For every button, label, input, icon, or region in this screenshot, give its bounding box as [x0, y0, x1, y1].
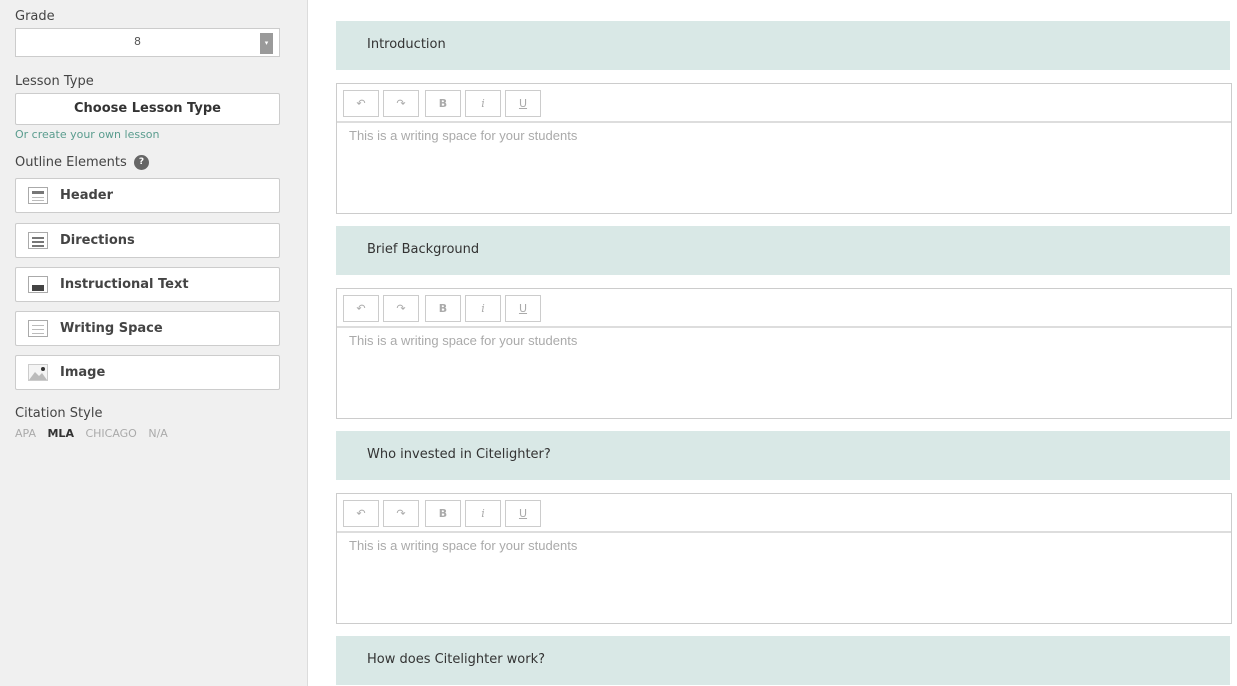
chevron-down-icon[interactable]: ▾ [260, 33, 273, 54]
create-own-lesson-link[interactable]: Or create your own lesson [15, 128, 160, 141]
redo-icon[interactable]: ↷ [383, 500, 419, 527]
section-header[interactable]: Brief Background [336, 226, 1230, 275]
lesson-type-label: Lesson Type [15, 74, 94, 89]
undo-icon[interactable]: ↶ [343, 295, 379, 322]
bold-icon[interactable]: B [425, 90, 461, 117]
writing-space-editor[interactable]: ↶ ↷ B i U This is a writing space for yo… [336, 288, 1232, 419]
header-icon [28, 187, 48, 204]
underline-icon[interactable]: U [505, 90, 541, 117]
instructional-text-icon [28, 276, 48, 293]
citation-option-na[interactable]: N/A [148, 427, 167, 440]
writing-space-placeholder: This is a writing space for your student… [349, 538, 578, 553]
underline-icon[interactable]: U [505, 500, 541, 527]
outline-element-label: Directions [60, 233, 135, 248]
undo-icon[interactable]: ↶ [343, 500, 379, 527]
image-icon [28, 364, 48, 381]
outline-element-label: Writing Space [60, 321, 163, 336]
section-title: Brief Background [367, 242, 480, 257]
section-header[interactable]: How does Citelighter work? [336, 636, 1230, 685]
editor-toolbar: ↶ ↷ B i U [337, 494, 1231, 533]
italic-icon[interactable]: i [465, 295, 501, 322]
redo-icon[interactable]: ↷ [383, 90, 419, 117]
bold-icon[interactable]: B [425, 500, 461, 527]
citation-option-chicago[interactable]: CHICAGO [85, 427, 136, 440]
directions-icon [28, 232, 48, 249]
section-title: Introduction [367, 37, 446, 52]
sidebar: Grade 8 ▾ Lesson Type Choose Lesson Type… [0, 0, 308, 686]
outline-element-label: Header [60, 188, 114, 203]
citation-style-options: APA MLA CHICAGO N/A [15, 427, 176, 440]
undo-icon[interactable]: ↶ [343, 90, 379, 117]
citation-style-label: Citation Style [15, 406, 103, 421]
outline-elements-label: Outline Elements [15, 155, 127, 170]
section-header[interactable]: Introduction [336, 21, 1230, 70]
italic-icon[interactable]: i [465, 90, 501, 117]
outline-canvas: Introduction ↶ ↷ B i U This is a writing… [308, 0, 1237, 686]
outline-element-image[interactable]: Image [15, 355, 280, 390]
help-icon[interactable]: ? [134, 155, 149, 170]
outline-element-header[interactable]: Header [15, 178, 280, 213]
redo-icon[interactable]: ↷ [383, 295, 419, 322]
grade-label: Grade [15, 9, 55, 24]
citation-option-mla[interactable]: MLA [47, 427, 73, 440]
outline-element-instructional-text[interactable]: Instructional Text [15, 267, 280, 302]
lesson-builder: Grade 8 ▾ Lesson Type Choose Lesson Type… [0, 0, 1237, 686]
section-header[interactable]: Who invested in Citelighter? [336, 431, 1230, 480]
editor-toolbar: ↶ ↷ B i U [337, 289, 1231, 328]
editor-toolbar: ↶ ↷ B i U [337, 84, 1231, 123]
writing-space-icon [28, 320, 48, 337]
writing-space-editor[interactable]: ↶ ↷ B i U This is a writing space for yo… [336, 83, 1232, 214]
outline-element-label: Image [60, 365, 106, 380]
italic-icon[interactable]: i [465, 500, 501, 527]
section-title: How does Citelighter work? [367, 652, 546, 667]
choose-lesson-type-button[interactable]: Choose Lesson Type [15, 93, 280, 125]
grade-select[interactable]: 8 ▾ [15, 28, 280, 57]
underline-icon[interactable]: U [505, 295, 541, 322]
outline-element-writing-space[interactable]: Writing Space [15, 311, 280, 346]
section-title: Who invested in Citelighter? [367, 447, 551, 462]
bold-icon[interactable]: B [425, 295, 461, 322]
writing-space-placeholder: This is a writing space for your student… [349, 333, 578, 348]
writing-space-editor[interactable]: ↶ ↷ B i U This is a writing space for yo… [336, 493, 1232, 624]
writing-space-placeholder: This is a writing space for your student… [349, 128, 578, 143]
grade-value: 8 [134, 35, 141, 48]
citation-option-apa[interactable]: APA [15, 427, 36, 440]
outline-element-directions[interactable]: Directions [15, 223, 280, 258]
outline-element-label: Instructional Text [60, 277, 189, 292]
